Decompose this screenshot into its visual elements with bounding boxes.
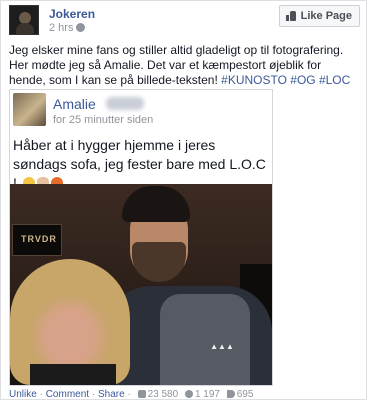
shared-avatar: [13, 93, 46, 126]
shares-count[interactable]: 695: [223, 389, 254, 400]
like-page-label: Like Page: [300, 10, 352, 22]
post-time-text: 2 hrs: [49, 22, 74, 34]
like-page-button[interactable]: Like Page: [278, 5, 360, 27]
post-actions-bar: Unlike · Comment · Share · 23 580 1 197 …: [9, 389, 253, 400]
post-header: Jokeren 2 hrs Like Page: [9, 5, 360, 37]
photo-woman-body: [30, 364, 116, 385]
separator: ·: [91, 389, 96, 400]
likes-count-value: 23 580: [147, 389, 179, 400]
like-count-icon: [137, 390, 146, 398]
bar-sign-text: TRVDR: [21, 234, 57, 244]
separator: ·: [39, 389, 43, 400]
adidas-logo-icon: ▲▲▲: [210, 342, 234, 351]
facebook-post: Jokeren 2 hrs Like Page Jeg elsker mine …: [0, 0, 367, 400]
share-count-icon: [226, 390, 235, 398]
page-name-link[interactable]: Jokeren: [49, 7, 95, 21]
unlike-link[interactable]: Unlike: [9, 389, 37, 400]
shared-timestamp: for 25 minutter siden: [53, 114, 154, 126]
comments-count[interactable]: 1 197: [181, 389, 220, 400]
avatar-body: [16, 23, 34, 34]
post-hashtags[interactable]: #KUNOSTO #OG #LOC: [221, 73, 350, 87]
globe-icon: [76, 23, 86, 32]
blurred-last-name: [106, 97, 144, 110]
comments-count-value: 1 197: [194, 389, 220, 400]
photo-woman-face-blurred: [38, 302, 102, 372]
post-body-text: Jeg elsker mine fans og stiller altid gl…: [9, 43, 361, 88]
photo-bar-sign: TRVDR: [12, 224, 62, 256]
shared-author-name: Amalie: [53, 96, 96, 112]
shares-count-value: 695: [236, 389, 254, 400]
post-timestamp[interactable]: 2 hrs: [49, 22, 86, 34]
page-avatar[interactable]: [9, 5, 39, 35]
separator: ·: [127, 389, 131, 400]
comment-count-icon: [184, 390, 193, 398]
share-link[interactable]: Share: [98, 389, 125, 400]
thumbs-up-icon: [285, 11, 296, 21]
shared-photo: TRVDR ▲▲▲: [10, 184, 272, 385]
photo-jacket: [160, 294, 250, 385]
shared-screenshot: Amalie for 25 minutter siden Håber at i …: [9, 89, 273, 386]
comment-link[interactable]: Comment: [46, 389, 89, 400]
likes-count[interactable]: 23 580: [134, 389, 179, 400]
